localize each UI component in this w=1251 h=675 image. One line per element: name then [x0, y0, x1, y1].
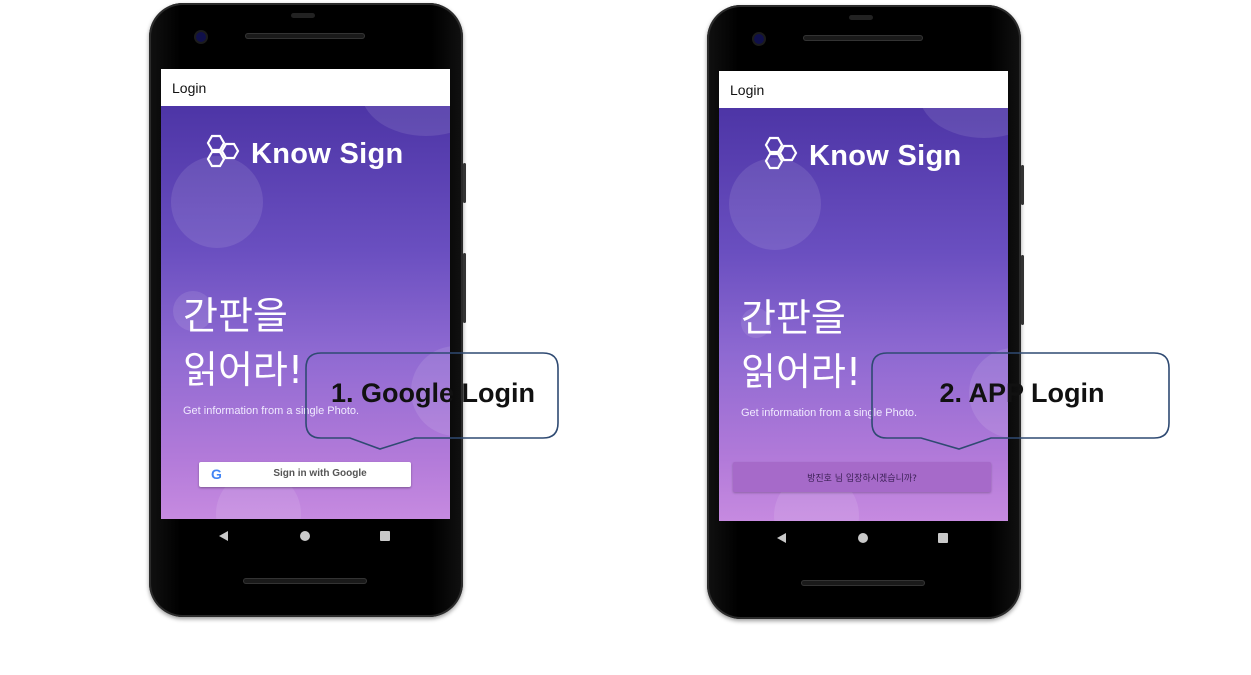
- headline-line-2: 읽어라!: [183, 348, 304, 392]
- phone-app-login: Login Know Sign 간판을 읽어라! Get information…: [707, 5, 1024, 619]
- headline-line-1: 간판을: [183, 294, 288, 338]
- power-button: [1021, 165, 1024, 205]
- earpiece: [245, 33, 365, 39]
- decor-bubble: [361, 106, 450, 136]
- logo-text: Know Sign: [809, 140, 962, 172]
- power-button: [463, 163, 466, 203]
- back-icon[interactable]: [777, 533, 786, 543]
- google-sign-in-label: Sign in with Google: [273, 468, 367, 479]
- bottom-speaker: [801, 580, 925, 586]
- callout-text: 2. APP Login: [939, 378, 1105, 408]
- front-camera: [196, 32, 206, 42]
- phone-google-login: Login Know Sign 간판을 읽어라! Get information…: [149, 3, 466, 617]
- android-nav-bar: [719, 521, 1008, 557]
- front-camera: [754, 34, 764, 44]
- app-bar: Login: [161, 69, 450, 106]
- decor-bubble: [919, 108, 1008, 138]
- headline: 간판을 읽어라!: [183, 289, 303, 397]
- app-bar: Login: [719, 71, 1008, 108]
- headline: 간판을 읽어라!: [741, 291, 861, 399]
- callout-app-login: 2. APP Login: [871, 352, 1173, 452]
- back-icon[interactable]: [219, 531, 228, 541]
- phone-screen: Login Know Sign 간판을 읽어라! Get information…: [719, 71, 1008, 521]
- app-enter-label: 방진호 님 입장하시겠습니까?: [807, 474, 917, 484]
- headline-line-2: 읽어라!: [741, 350, 862, 394]
- top-speaker: [291, 13, 315, 18]
- volume-button: [463, 253, 466, 323]
- login-content: Know Sign 간판을 읽어라! Get information from …: [719, 108, 1008, 521]
- login-content: Know Sign 간판을 읽어라! Get information from …: [161, 106, 450, 519]
- recent-apps-icon[interactable]: [380, 531, 390, 541]
- volume-button: [1021, 255, 1024, 325]
- home-icon[interactable]: [300, 531, 310, 541]
- home-icon[interactable]: [858, 533, 868, 543]
- logo-text: Know Sign: [251, 138, 404, 170]
- earpiece: [803, 35, 923, 41]
- callout-text: 1. Google Login: [331, 378, 535, 408]
- recent-apps-icon[interactable]: [938, 533, 948, 543]
- top-speaker: [849, 15, 873, 20]
- app-bar-title: Login: [172, 80, 207, 96]
- android-nav-bar: [161, 519, 450, 555]
- bottom-speaker: [243, 578, 367, 584]
- hexagon-logo-icon: [764, 136, 798, 170]
- headline-line-1: 간판을: [741, 296, 846, 340]
- google-sign-in-button[interactable]: G Sign in with Google: [199, 462, 411, 487]
- callout-google-login: 1. Google Login: [305, 352, 561, 452]
- app-enter-button[interactable]: 방진호 님 입장하시겠습니까?: [733, 462, 991, 492]
- app-bar-title: Login: [730, 82, 765, 98]
- hexagon-logo-icon: [206, 134, 240, 168]
